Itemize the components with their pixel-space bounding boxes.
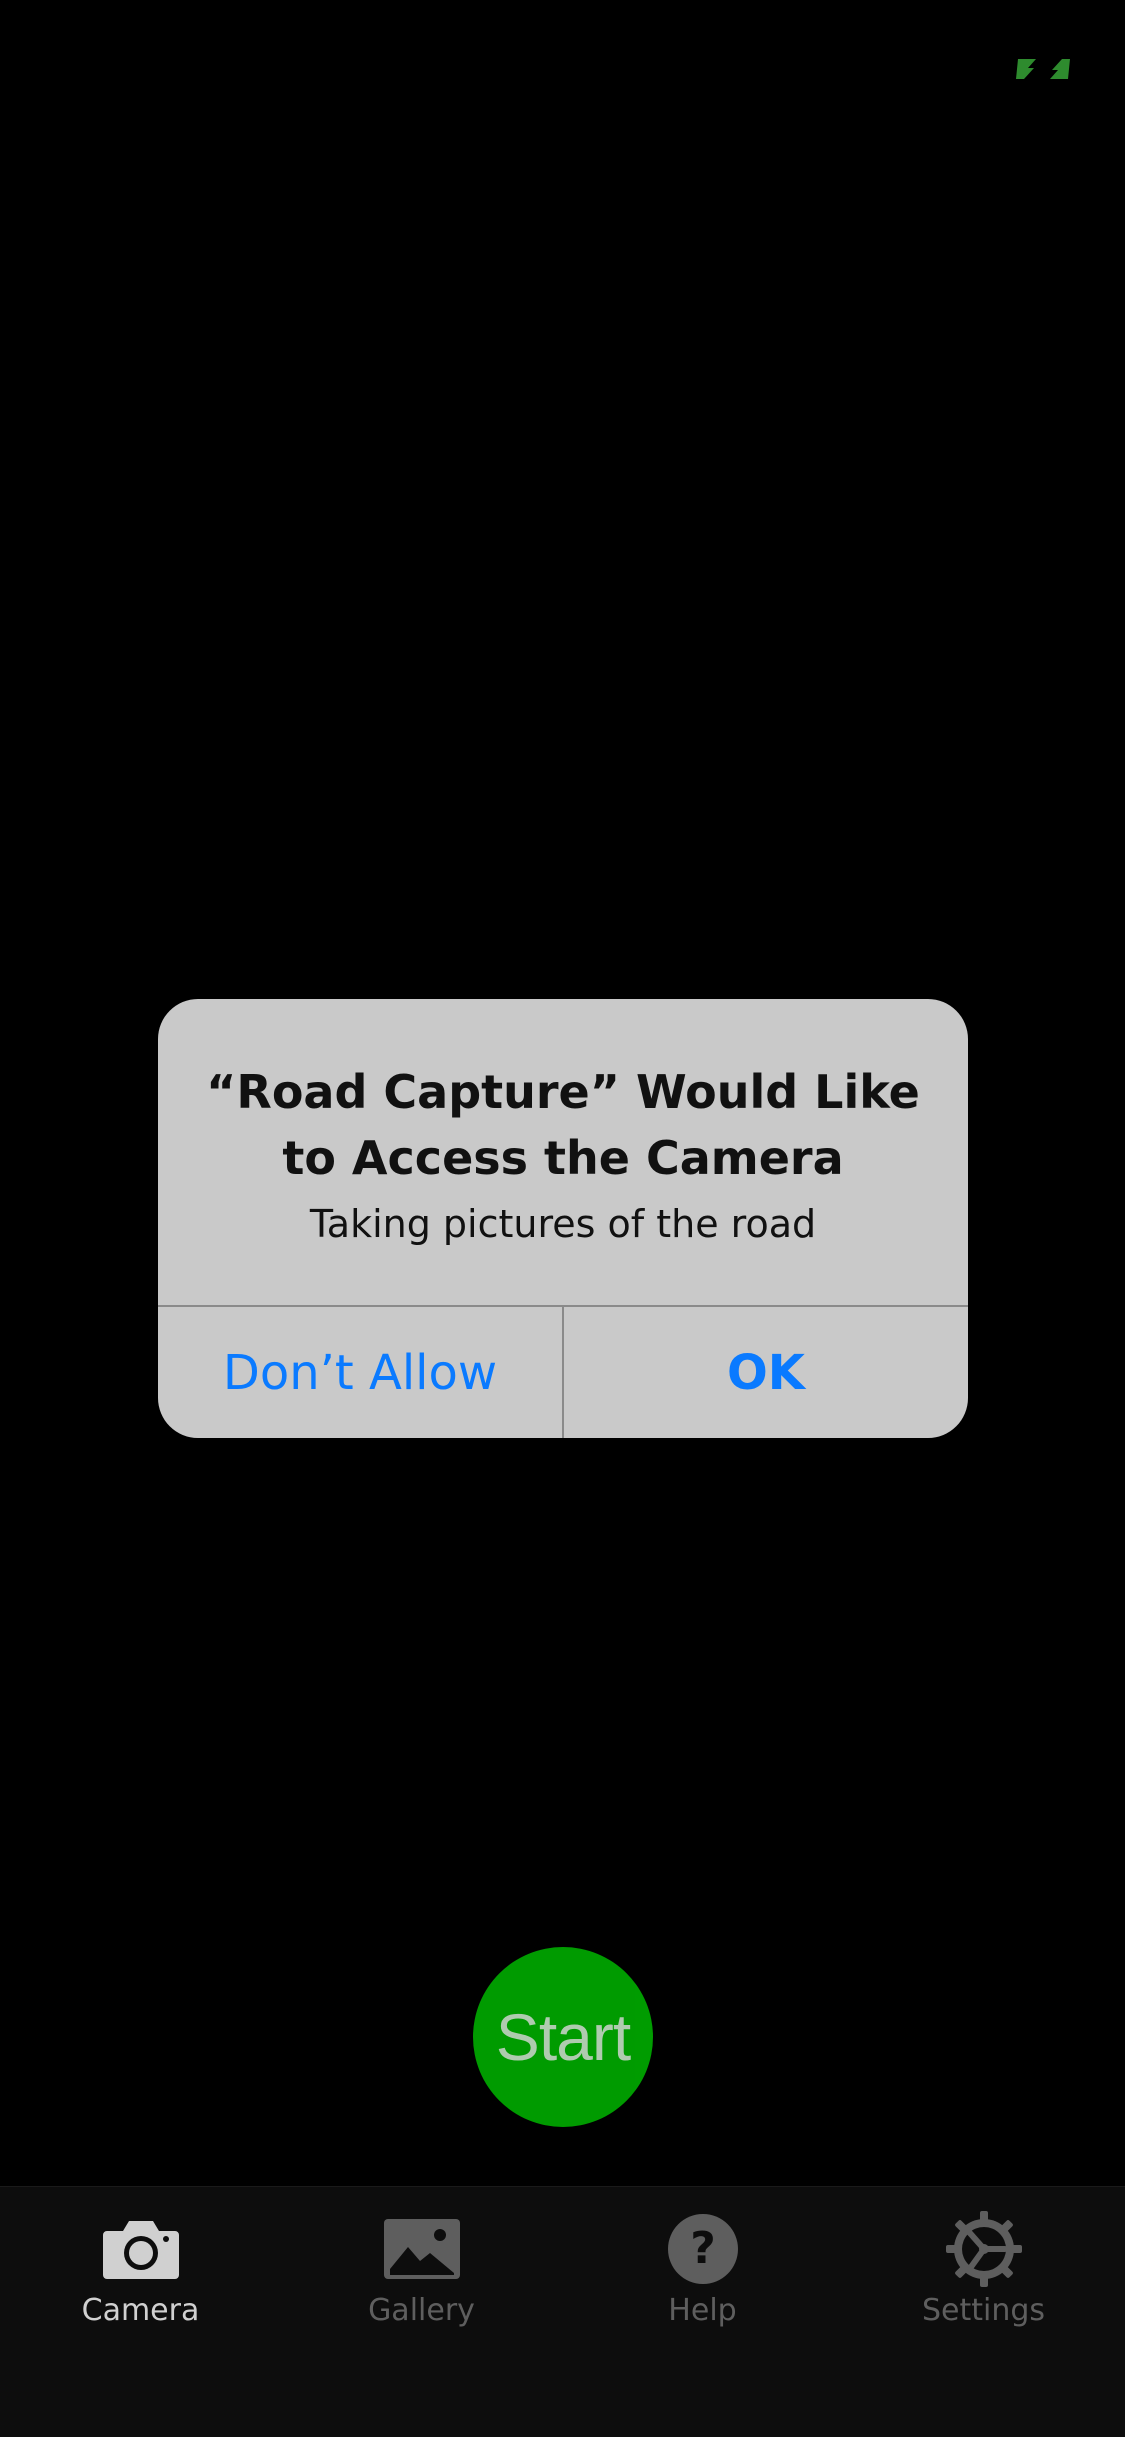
tab-label-gallery: Gallery xyxy=(368,2293,475,2328)
camera-icon xyxy=(96,2211,186,2287)
question-icon: ? xyxy=(658,2211,748,2287)
alert-body: “Road Capture” Would Like to Access the … xyxy=(158,999,968,1305)
tab-gallery[interactable]: Gallery xyxy=(281,2187,562,2357)
tab-label-camera: Camera xyxy=(81,2293,200,2328)
tab-camera[interactable]: Camera xyxy=(0,2187,281,2357)
tab-label-help: Help xyxy=(668,2293,737,2328)
svg-text:?: ? xyxy=(690,2223,716,2274)
tab-label-settings: Settings xyxy=(921,2293,1046,2328)
dont-allow-button[interactable]: Don’t Allow xyxy=(158,1307,562,1438)
ok-button[interactable]: OK xyxy=(564,1307,968,1438)
alert-title: “Road Capture” Would Like to Access the … xyxy=(206,1065,920,1185)
start-button[interactable]: Start xyxy=(473,1947,653,2127)
tab-help[interactable]: ? Help xyxy=(562,2187,843,2357)
tab-settings[interactable]: Settings xyxy=(843,2187,1124,2357)
gear-icon xyxy=(939,2211,1029,2287)
camera-permission-alert: “Road Capture” Would Like to Access the … xyxy=(158,999,968,1438)
image-icon xyxy=(377,2211,467,2287)
switch-camera-icon[interactable] xyxy=(1014,56,1072,82)
tab-bar: Camera Gallery ? Help Settings xyxy=(0,2186,1125,2437)
alert-message: Taking pictures of the road xyxy=(309,1202,817,1246)
